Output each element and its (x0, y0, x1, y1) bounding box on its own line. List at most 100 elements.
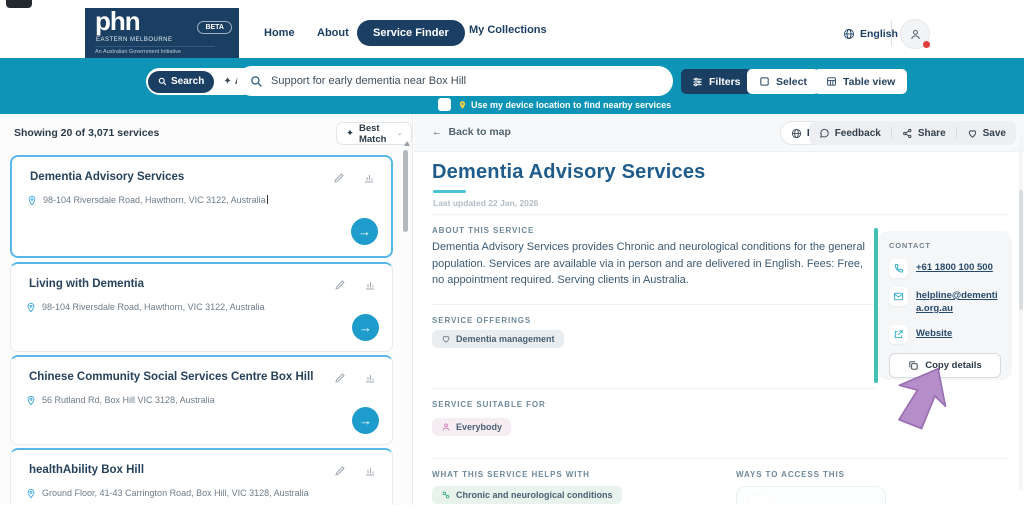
app-window: phn EASTERN MELBOURNE BETA An Australian… (0, 0, 1024, 512)
search-icon (158, 77, 167, 86)
share-button[interactable]: Share (892, 128, 956, 139)
service-card-title: Chinese Community Social Services Centre… (29, 371, 313, 383)
location-checkbox[interactable] (438, 98, 451, 111)
edit-icon[interactable] (333, 172, 345, 184)
service-card[interactable]: Dementia Advisory Services 98-104 Rivers… (10, 155, 393, 258)
filters-button[interactable]: Filters (681, 69, 752, 94)
chart-icon[interactable] (364, 372, 376, 384)
arrow-right-icon: → (359, 413, 372, 428)
about-text: Dementia Advisory Services provides Chro… (432, 239, 876, 289)
select-button[interactable]: Select (747, 69, 819, 94)
service-card[interactable]: Chinese Community Social Services Centre… (10, 355, 393, 445)
mode-search-segment[interactable]: Search (148, 71, 214, 93)
suitable-label: SERVICE SUITABLE FOR (432, 400, 546, 409)
nav-about[interactable]: About (317, 27, 349, 39)
edit-icon[interactable] (334, 372, 346, 384)
table-view-label: Table view (843, 76, 895, 88)
phn-logo[interactable]: phn EASTERN MELBOURNE BETA An Australian… (85, 8, 239, 58)
header-divider (891, 20, 892, 46)
top-header: phn EASTERN MELBOURNE BETA An Australian… (0, 8, 1024, 58)
heart-icon (967, 128, 978, 139)
chevron-down-icon (397, 130, 402, 138)
edit-icon[interactable] (334, 465, 346, 477)
service-card-address: Ground Floor, 41-43 Carrington Road, Box… (42, 488, 309, 498)
beta-badge: BETA (197, 21, 232, 34)
page-scrollbar-thumb[interactable] (1019, 190, 1023, 310)
location-label: Use my device location to find nearby se… (471, 100, 671, 110)
sliders-icon (692, 76, 703, 87)
suitable-chip-label: Everybody (456, 422, 502, 432)
chart-icon[interactable] (364, 279, 376, 291)
list-scrollbar[interactable] (403, 150, 408, 232)
condition-icon (441, 490, 451, 500)
access-card[interactable] (736, 486, 886, 505)
heart-icon (441, 334, 451, 344)
page-scrollbar-track[interactable] (1019, 134, 1023, 490)
website-row: Website (889, 325, 1001, 344)
scrollbar-up-arrow[interactable] (404, 141, 410, 146)
table-icon (826, 76, 837, 87)
globe-icon (791, 128, 802, 139)
save-label: Save (983, 128, 1006, 139)
offering-chip-label: Dementia management (456, 334, 555, 344)
divider (432, 388, 876, 389)
language-label: English (860, 28, 898, 40)
profile-button[interactable] (900, 19, 930, 49)
access-label: WAYS TO ACCESS THIS (736, 470, 845, 479)
back-to-map-link[interactable]: ← Back to map (432, 126, 511, 138)
helps-label: WHAT THIS SERVICE HELPS WITH (432, 470, 590, 479)
service-card-title: healthAbility Box Hill (29, 464, 144, 476)
logo-brand: phn (95, 6, 140, 37)
select-label: Select (776, 76, 807, 88)
nav-home[interactable]: Home (264, 27, 295, 39)
helps-chip[interactable]: Chronic and neurological conditions (432, 486, 622, 504)
nav-service-finder[interactable]: Service Finder (357, 20, 465, 46)
pin-icon (26, 302, 36, 313)
search-toolbar: Search ✦ AI Support for early dementia n… (0, 58, 1024, 114)
offering-chip[interactable]: Dementia management (432, 330, 564, 348)
feedback-button[interactable]: Feedback (809, 128, 891, 139)
sort-label: Best Match (359, 123, 392, 145)
service-card[interactable]: healthAbility Box Hill Ground Floor, 41-… (10, 448, 393, 505)
notification-dot (923, 41, 930, 48)
open-service-button[interactable]: → (352, 407, 379, 434)
helps-chip-label: Chronic and neurological conditions (456, 490, 613, 500)
pin-icon (27, 195, 37, 206)
mode-search-label: Search (171, 76, 204, 87)
detail-topbar: ← Back to map English Feedback (414, 114, 1024, 152)
website-link[interactable]: Website (916, 328, 1001, 341)
filters-label: Filters (709, 76, 741, 88)
save-button[interactable]: Save (957, 128, 1016, 139)
edit-icon[interactable] (334, 279, 346, 291)
service-card-address: 98-104 Riversdale Road, Hawthorn, VIC 31… (43, 195, 266, 205)
person-icon (441, 422, 451, 432)
phone-link[interactable]: +61 1800 100 500 (916, 262, 1001, 275)
language-selector[interactable]: English (843, 28, 898, 40)
sparkle-icon: ✦ (346, 128, 354, 139)
access-icon (748, 496, 770, 505)
device-location-row: Use my device location to find nearby se… (438, 98, 671, 111)
chart-icon[interactable] (364, 465, 376, 477)
email-link[interactable]: helpline@dementia.org.au (916, 290, 1001, 316)
service-card-address: 98-104 Riversdale Road, Hawthorn, VIC 31… (42, 302, 265, 312)
search-icon (250, 75, 263, 88)
chart-icon[interactable] (363, 172, 375, 184)
search-input[interactable]: Support for early dementia near Box Hill (237, 66, 673, 96)
results-summary: Showing 20 of 3,071 services (14, 127, 159, 139)
results-panel: Showing 20 of 3,071 services ✦ Best Matc… (0, 114, 413, 505)
suitable-chip[interactable]: Everybody (432, 418, 511, 436)
arrow-right-icon: → (359, 320, 372, 335)
copy-details-button[interactable]: Copy details (889, 353, 1001, 378)
speech-bubble-icon (819, 128, 830, 139)
open-service-button[interactable]: → (352, 314, 379, 341)
nav-my-collections[interactable]: My Collections (452, 24, 547, 36)
sort-button[interactable]: ✦ Best Match (336, 122, 412, 145)
service-card[interactable]: Living with Dementia 98-104 Riversdale R… (10, 262, 393, 352)
share-icon (902, 128, 913, 139)
table-view-button[interactable]: Table view (814, 69, 907, 94)
pin-icon (26, 395, 36, 406)
open-service-button[interactable]: → (351, 218, 378, 245)
window-corner-fragment (6, 0, 32, 8)
last-updated: Last updated 22 Jan, 2026 (433, 198, 538, 208)
service-title: Dementia Advisory Services (432, 161, 705, 184)
